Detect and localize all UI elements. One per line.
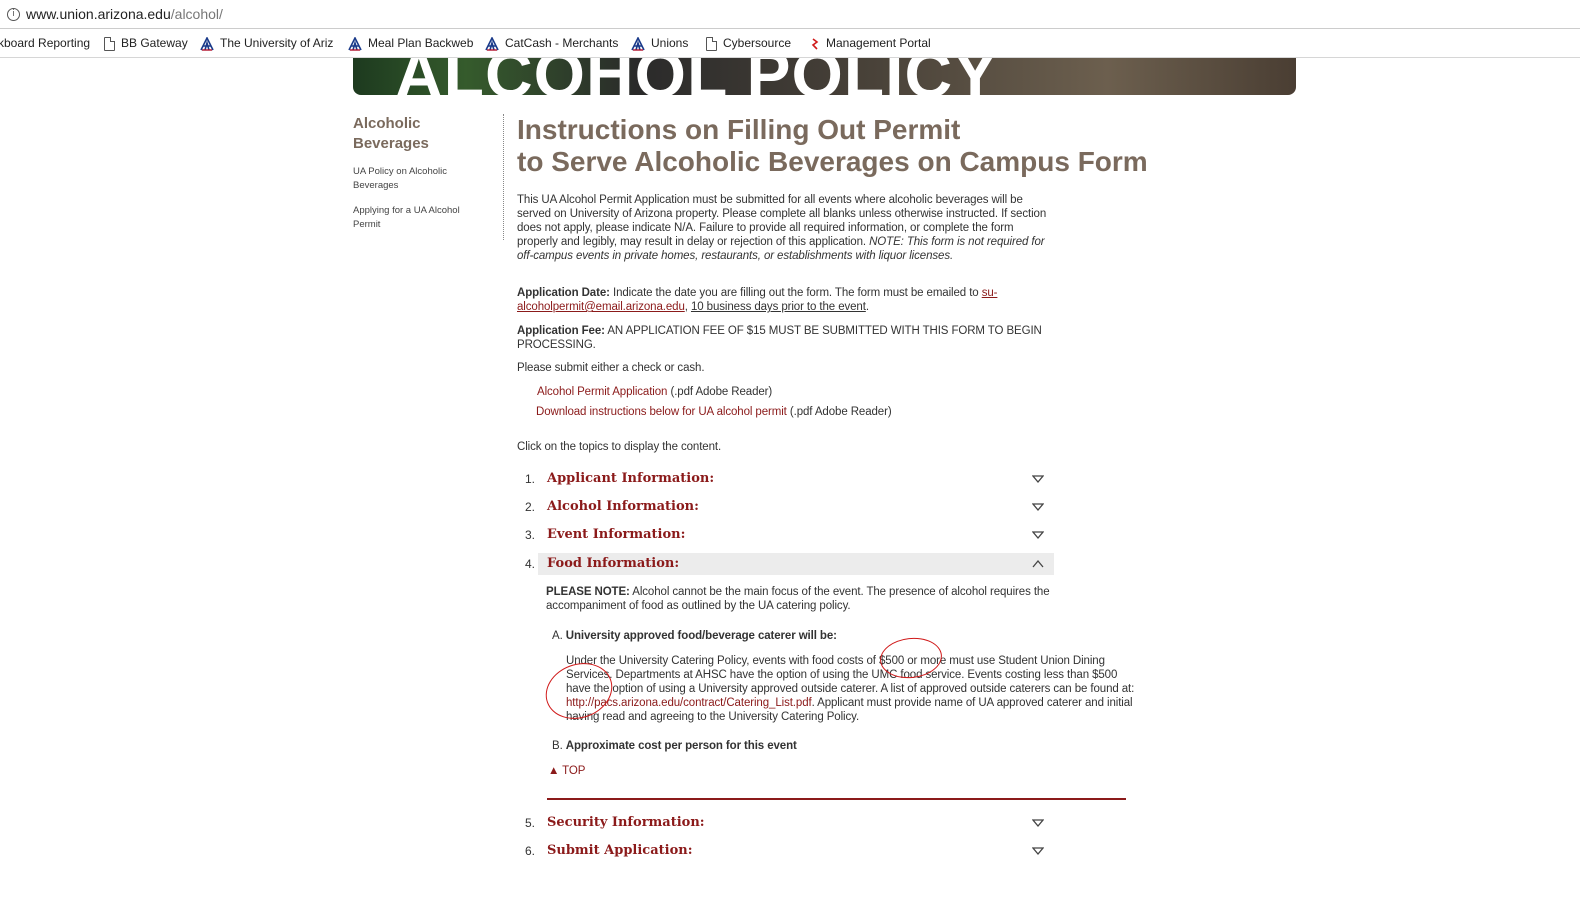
intro-paragraph: This UA Alcohol Permit Application must …: [517, 193, 1047, 263]
bookmark-unions[interactable]: Unions: [631, 35, 688, 51]
catering-text-1: Under the University Catering Policy, ev…: [566, 655, 1135, 695]
section-toggle[interactable]: Security Information:: [538, 812, 1054, 834]
page-title: Instructions on Filling Out Permit to Ser…: [517, 114, 1197, 178]
bookmark-label: Meal Plan Backweb: [368, 36, 474, 50]
item-marker: B.: [552, 740, 563, 752]
bookmark-label: Management Portal: [826, 36, 931, 50]
sidebar-link-applying-permit[interactable]: Applying for a UA Alcohol Permit: [353, 204, 473, 232]
doc-icon: [104, 36, 115, 51]
ua-logo-icon: [348, 36, 362, 51]
chevron-down-icon: [1032, 531, 1044, 540]
page-title-line2: to Serve Alcoholic Beverages on Campus F…: [517, 146, 1148, 177]
chevron-down-icon: [1032, 503, 1044, 512]
download-suffix: (.pdf Adobe Reader): [789, 406, 892, 418]
bookmark-catcash-merchants[interactable]: CatCash - Merchants: [485, 35, 618, 51]
sidebar-title: Alcoholic Beverages: [353, 115, 429, 152]
chevron-down-icon: [1032, 847, 1044, 856]
bookmark-bb-gateway[interactable]: BB Gateway: [104, 35, 188, 51]
application-fee-label: Application Fee:: [517, 325, 605, 337]
ua-logo-icon: [631, 36, 645, 51]
item-heading: Approximate cost per person for this eve…: [565, 740, 797, 752]
bookmark-label: kboard Reporting: [0, 36, 91, 50]
bookmark-university-of-arizona[interactable]: The University of Ariz: [200, 35, 333, 51]
section-title: Applicant Information:: [547, 471, 715, 486]
section-security-info: 5. Security Information:: [517, 812, 1055, 834]
bookmark-label: CatCash - Merchants: [505, 36, 619, 50]
click-topics-text: Click on the topics to display the conte…: [517, 441, 722, 453]
section-title: Submit Application:: [547, 843, 693, 858]
bookmark-label: The University of Ariz: [220, 36, 334, 50]
food-item-a-heading: A. University approved food/beverage cat…: [552, 629, 1092, 643]
sidebar: Alcoholic Beverages UA Policy on Alcohol…: [353, 114, 504, 240]
doc-icon: [706, 36, 717, 51]
section-title: Alcohol Information:: [547, 499, 699, 514]
application-date-text: Indicate the date you are filling out th…: [612, 287, 979, 299]
download-item: Alcohol Permit Application (.pdf Adobe R…: [537, 385, 1067, 399]
section-applicant-info: 1. Applicant Information:: [517, 468, 1055, 490]
section-toggle[interactable]: Alcohol Information:: [538, 496, 1054, 518]
section-toggle[interactable]: Applicant Information:: [538, 468, 1054, 490]
chevron-up-icon: [1032, 559, 1044, 568]
url-path: /alcohol/: [170, 6, 223, 22]
download-item: Download instructions below for UA alcoh…: [536, 405, 1066, 419]
bookmark-dashboard-reporting[interactable]: kboard Reporting: [0, 35, 90, 51]
ua-logo-icon: [200, 36, 214, 51]
section-title: Security Information:: [547, 815, 705, 830]
bookmark-label: BB Gateway: [121, 36, 188, 50]
application-fee-paragraph: Application Fee: AN APPLICATION FEE OF $…: [517, 324, 1047, 352]
payment-text: Please submit either a check or cash.: [517, 362, 705, 374]
sidebar-link-ua-policy[interactable]: UA Policy on Alcoholic Beverages: [353, 165, 473, 193]
food-note: PLEASE NOTE: Alcohol cannot be the main …: [546, 585, 1086, 613]
catering-policy-text: Under the University Catering Policy, ev…: [566, 654, 1144, 724]
section-toggle[interactable]: Submit Application:: [538, 840, 1054, 862]
section-number: 3.: [525, 528, 536, 542]
url-text[interactable]: www.union.arizona.edu/alcohol/: [26, 6, 223, 22]
application-date-paragraph: Application Date: Indicate the date you …: [517, 286, 1047, 314]
banner-title: ALCOHOL POLICY: [395, 58, 999, 95]
application-date-sep: ,: [684, 301, 688, 313]
section-title: Food Information:: [547, 556, 680, 571]
section-toggle[interactable]: Event Information:: [538, 524, 1054, 546]
item-heading: University approved food/beverage catere…: [565, 630, 837, 642]
section-number: 5.: [525, 816, 536, 830]
bookmark-meal-plan-backweb[interactable]: Meal Plan Backweb: [348, 35, 473, 51]
bookmarks-bar: kboard Reporting BB Gateway The Universi…: [0, 29, 1580, 58]
download-instructions-link[interactable]: Download instructions below for UA alcoh…: [536, 406, 787, 418]
section-toggle[interactable]: Food Information:: [538, 553, 1054, 575]
bookmark-label: Unions: [651, 36, 689, 50]
back-to-top-link[interactable]: ▲ TOP: [548, 765, 585, 777]
address-bar[interactable]: i www.union.arizona.edu/alcohol/: [0, 0, 1580, 29]
chevron-down-icon: [1032, 475, 1044, 484]
section-divider: [547, 798, 1126, 800]
main-content: Instructions on Filling Out Permit to Ser…: [517, 114, 1197, 178]
section-number: 2.: [525, 500, 536, 514]
section-number: 4.: [525, 557, 536, 571]
top-link-wrap: ▲ TOP: [548, 764, 648, 778]
ua-logo-icon: [485, 36, 499, 51]
url-host: www.union.arizona.edu: [26, 6, 171, 22]
section-submit-application: 6. Submit Application:: [517, 840, 1055, 862]
section-event-info: 3. Event Information:: [517, 524, 1055, 546]
section-title: Event Information:: [547, 527, 686, 542]
chevron-down-icon: [1032, 819, 1044, 828]
bookmark-label: Cybersource: [723, 36, 792, 50]
item-marker: A.: [552, 630, 563, 642]
food-note-label: PLEASE NOTE:: [546, 586, 630, 598]
page-banner: ALCOHOL POLICY: [353, 58, 1296, 95]
alcohol-permit-application-link[interactable]: Alcohol Permit Application: [537, 386, 667, 398]
application-date-end: .: [865, 301, 869, 313]
section-number: 6.: [525, 844, 536, 858]
bookmark-management-portal[interactable]: Management Portal: [810, 35, 931, 51]
info-icon[interactable]: i: [7, 8, 20, 21]
section-food-info: 4. Food Information:: [517, 553, 1055, 575]
section-number: 1.: [525, 472, 536, 486]
bookmark-cybersource[interactable]: Cybersource: [706, 35, 791, 51]
section-alcohol-info: 2. Alcohol Information:: [517, 496, 1055, 518]
management-icon: [811, 38, 819, 50]
page-title-line1: Instructions on Filling Out Permit: [517, 114, 961, 145]
deadline-text: 10 business days prior to the event: [690, 301, 866, 313]
download-suffix: (.pdf Adobe Reader): [670, 386, 773, 398]
application-date-label: Application Date:: [517, 287, 610, 299]
food-item-b-heading: B. Approximate cost per person for this …: [552, 739, 1092, 753]
